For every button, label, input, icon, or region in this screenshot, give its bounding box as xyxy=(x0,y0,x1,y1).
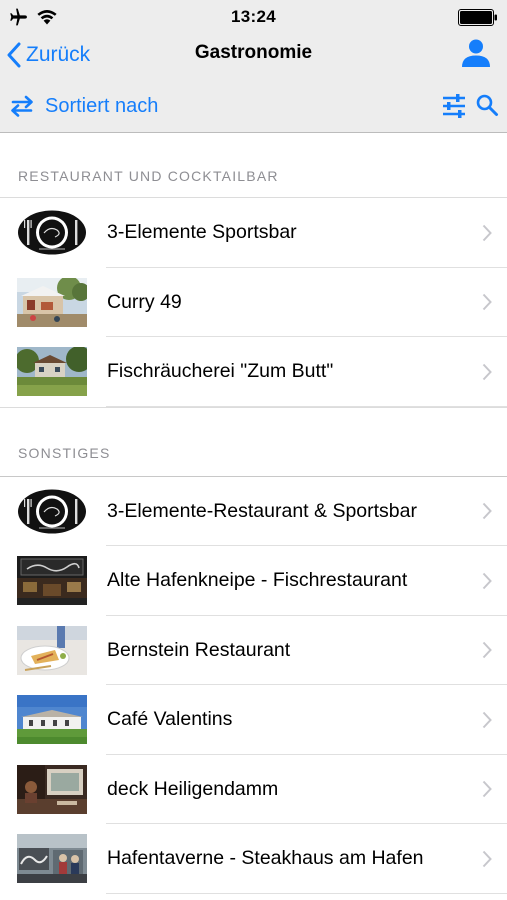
chevron-right-icon xyxy=(482,850,492,867)
list-item-label: deck Heiligendamm xyxy=(107,777,279,800)
deck-thumbnail xyxy=(17,764,87,814)
sort-button[interactable]: Sortiert nach xyxy=(9,91,158,121)
gastronomy-list: RESTAURANT UND COCKTAILBAR 3-Elemente Sp… xyxy=(0,134,507,894)
valentins-thumbnail xyxy=(17,695,87,745)
chevron-right-icon xyxy=(482,224,492,241)
list-item-label: Café Valentins xyxy=(107,708,233,731)
list-item[interactable]: Alte Hafenkneipe - Fischrestaurant xyxy=(0,546,507,616)
swap-arrows-icon xyxy=(11,95,33,117)
list-item-label: Curry 49 xyxy=(107,290,182,313)
chevron-right-icon xyxy=(482,503,492,520)
list-item[interactable]: Curry 49 xyxy=(0,268,507,338)
logo-3-elemente-thumbnail xyxy=(17,208,87,258)
list-item[interactable]: deck Heiligendamm xyxy=(0,755,507,825)
chevron-right-icon xyxy=(482,711,492,728)
zum-butt-thumbnail xyxy=(17,347,87,397)
status-time: 13:24 xyxy=(231,7,276,26)
hafentaverne-thumbnail xyxy=(17,834,87,884)
navigation-bar: Zurück Gastronomie xyxy=(0,34,507,79)
battery-icon xyxy=(458,9,497,26)
hafenkneipe-thumbnail xyxy=(17,556,87,606)
list-item[interactable]: Hafentaverne - Steakhaus am Hafen xyxy=(0,824,507,894)
chevron-right-icon xyxy=(482,572,492,589)
sort-button-label: Sortiert nach xyxy=(45,94,159,117)
bernstein-thumbnail xyxy=(17,625,87,675)
list-item[interactable]: Bernstein Restaurant xyxy=(0,616,507,686)
curry-49-thumbnail xyxy=(17,277,87,327)
list-item[interactable]: Café Valentins xyxy=(0,685,507,755)
chevron-right-icon xyxy=(482,781,492,798)
page-title: Gastronomie xyxy=(194,42,313,63)
list-item-label: Bernstein Restaurant xyxy=(107,638,291,661)
list-item[interactable]: Fischräucherei "Zum Butt" xyxy=(0,337,507,407)
user-icon[interactable] xyxy=(459,36,493,70)
chevron-right-icon xyxy=(482,294,492,311)
section-header-sonstiges: SONSTIGES xyxy=(0,406,507,477)
chevron-right-icon xyxy=(482,642,492,659)
status-bar: 13:24 xyxy=(0,0,507,34)
list-item-label: Fischräucherei "Zum Butt" xyxy=(107,360,334,383)
list-item-label: 3-Elemente-Restaurant & Sportsbar xyxy=(107,499,417,522)
list-item-label: Hafentaverne - Steakhaus am Hafen xyxy=(107,847,424,870)
search-icon[interactable] xyxy=(475,93,499,117)
toolbar: Sortiert nach xyxy=(0,79,507,133)
chevron-right-icon xyxy=(482,363,492,380)
list-item[interactable]: 3-Elemente-Restaurant & Sportsbar xyxy=(0,477,507,547)
list-item-label: Alte Hafenkneipe - Fischrestaurant xyxy=(107,569,408,592)
section-header-restaurant: RESTAURANT UND COCKTAILBAR xyxy=(0,134,507,198)
list-item[interactable]: 3-Elemente Sportsbar xyxy=(0,198,507,268)
filter-sliders-icon[interactable] xyxy=(441,93,467,119)
logo-3-elemente-thumbnail xyxy=(17,486,87,536)
list-item-label: 3-Elemente Sportsbar xyxy=(107,221,297,244)
